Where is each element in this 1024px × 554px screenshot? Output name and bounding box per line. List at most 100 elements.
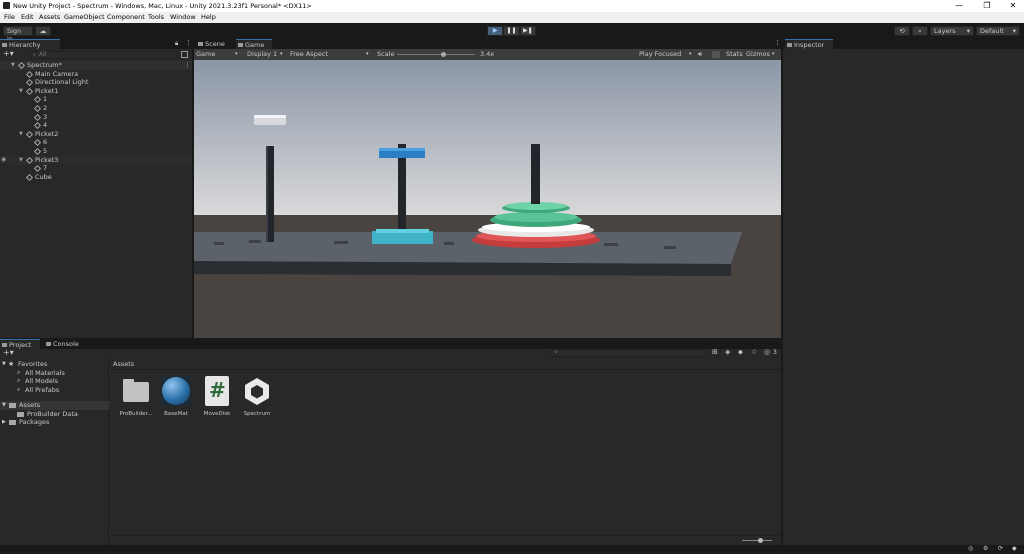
window-title: New Unity Project - Spectrum - Windows, … xyxy=(13,2,312,10)
sign-in-button[interactable]: Sign in xyxy=(3,26,33,43)
hierarchy-toolbar: +▾ ⌕ All xyxy=(3,49,189,59)
type-filter-icon[interactable]: ◈ xyxy=(725,348,730,356)
hierarchy-item[interactable]: 2 xyxy=(0,104,192,113)
layers-label: Layers xyxy=(934,27,956,35)
restore-button[interactable]: ❐ xyxy=(978,0,996,12)
add-dropdown-button[interactable]: +▾ xyxy=(3,49,14,58)
icon-size-slider[interactable] xyxy=(742,540,772,541)
favorite-star-icon[interactable]: ☆ xyxy=(751,348,757,356)
scene-filter-icon[interactable]: ⊞ xyxy=(712,348,718,356)
hierarchy-search-placeholder: All xyxy=(39,51,47,58)
chevron-down-icon: ▼ xyxy=(2,361,6,367)
more-options-icon[interactable]: ⋮ xyxy=(774,39,781,47)
visibility-eye-icon[interactable]: ◉ xyxy=(1,156,6,165)
tab-inspector-label: Inspector xyxy=(794,41,825,49)
folder-icon xyxy=(121,376,151,406)
layers-dropdown[interactable]: Layers ▾ xyxy=(930,26,974,36)
hierarchy-item[interactable]: 5 xyxy=(0,147,192,156)
notification-icon[interactable]: ◆ xyxy=(1012,545,1017,552)
console-icon xyxy=(46,342,51,346)
more-options-icon[interactable]: ⋮ xyxy=(184,61,191,70)
step-button[interactable]: ▶❚ xyxy=(519,26,536,36)
pause-button[interactable]: ❚❚ xyxy=(503,26,520,36)
menu-component[interactable]: Component xyxy=(107,12,145,23)
search-icon[interactable]: ⌕ xyxy=(912,26,928,36)
probuilder-data-folder[interactable]: ProBuilder Data xyxy=(0,410,109,419)
packages-folder-row[interactable]: ▶ Packages xyxy=(0,418,109,427)
history-icon[interactable]: ⟲ xyxy=(894,26,910,36)
disk-blue-top xyxy=(379,148,425,151)
chevron-down-icon[interactable]: ▼ xyxy=(19,156,23,165)
hierarchy-item[interactable]: Cube xyxy=(0,173,192,182)
scale-label: Scale xyxy=(377,50,395,58)
layout-dropdown[interactable]: Default ▾ xyxy=(976,26,1020,36)
menu-assets[interactable]: Assets xyxy=(39,12,60,23)
hierarchy-item[interactable]: ▼ Picket1 xyxy=(0,87,192,96)
hierarchy-item[interactable]: ▼ Spectrum* ⋮ xyxy=(0,61,192,70)
asset-name: Spectrum xyxy=(243,411,271,417)
gizmos-button[interactable]: Gizmos xyxy=(746,49,770,60)
cloud-icon[interactable]: ☁ xyxy=(35,26,51,36)
hierarchy-item[interactable]: 6 xyxy=(0,138,192,147)
hierarchy-item[interactable]: 4 xyxy=(0,121,192,130)
label-filter-icon[interactable]: ⬥ xyxy=(738,348,743,357)
breadcrumb-assets[interactable]: Assets xyxy=(113,360,134,368)
hierarchy-item[interactable]: 1 xyxy=(0,95,192,104)
more-options-icon[interactable]: ⋮ xyxy=(185,39,192,47)
menu-edit[interactable]: Edit xyxy=(21,12,34,23)
favorite-all-materials[interactable]: ⌕ All Materials xyxy=(0,369,109,378)
tab-console[interactable]: Console xyxy=(44,339,84,349)
console-status-icon[interactable]: ◎ xyxy=(968,545,973,552)
hierarchy-item[interactable]: 3 xyxy=(0,113,192,122)
tab-hierarchy[interactable]: Hierarchy xyxy=(0,39,60,49)
hidden-packages-icon[interactable]: ◎ xyxy=(764,348,770,356)
lock-icon[interactable]: 🔒︎ xyxy=(175,40,178,48)
hierarchy-item[interactable]: 7 xyxy=(0,164,192,173)
play-button[interactable]: ▶ xyxy=(487,26,504,36)
project-search-input[interactable]: ⌕ xyxy=(551,349,706,357)
scale-slider-track[interactable] xyxy=(397,54,475,55)
chevron-down-icon[interactable]: ▼ xyxy=(19,130,23,139)
bug-icon[interactable]: ⚙ xyxy=(983,545,988,552)
asset-movedisk[interactable]: # MoveDisk xyxy=(198,376,236,424)
chevron-down-icon[interactable]: ▼ xyxy=(11,61,15,70)
filter-icon[interactable] xyxy=(181,51,188,58)
play-focused-dropdown[interactable]: Play Focused xyxy=(639,49,681,60)
menu-tools[interactable]: Tools xyxy=(148,12,164,23)
hierarchy-item[interactable]: ▼ Picket3 ◉ xyxy=(0,155,192,165)
aspect-dropdown[interactable]: Free Aspect xyxy=(290,49,328,60)
favorite-all-prefabs[interactable]: ⌕ All Prefabs xyxy=(0,386,109,395)
progress-icon[interactable]: ⟳ xyxy=(998,545,1003,552)
asset-spectrum-scene[interactable]: Spectrum xyxy=(238,376,276,424)
icon-size-slider-handle[interactable] xyxy=(758,538,763,543)
assets-folder-row[interactable]: ▼ Assets xyxy=(0,401,109,410)
hierarchy-item[interactable]: Main Camera xyxy=(0,70,192,79)
asset-probuilder-folder[interactable]: ProBuilder... xyxy=(117,376,155,424)
stats-button[interactable]: Stats xyxy=(726,49,743,60)
menu-window[interactable]: Window xyxy=(170,12,196,23)
chevron-down-icon[interactable]: ▼ xyxy=(19,87,23,96)
add-asset-button[interactable]: +▾ xyxy=(3,348,14,357)
chevron-down-icon: ▾ xyxy=(966,27,970,35)
tab-game[interactable]: Game xyxy=(236,39,272,49)
speaker-icon[interactable]: 🔊︎ xyxy=(698,49,702,60)
minimize-button[interactable]: — xyxy=(950,0,968,12)
favorite-all-models[interactable]: ⌕ All Models xyxy=(0,377,109,386)
menu-file[interactable]: File xyxy=(4,12,15,23)
hierarchy-item[interactable]: ▼ Picket2 xyxy=(0,130,192,139)
scale-slider-handle[interactable] xyxy=(441,52,447,57)
game-viewport[interactable] xyxy=(194,60,781,338)
game-dropdown[interactable]: Game xyxy=(196,49,215,60)
menu-gameobject[interactable]: GameObject xyxy=(64,12,105,23)
close-button[interactable]: ✕ xyxy=(1004,0,1022,12)
hierarchy-item-label: 1 xyxy=(43,95,48,104)
tab-inspector[interactable]: Inspector xyxy=(785,39,833,49)
hierarchy-item[interactable]: Directional Light xyxy=(0,78,192,87)
menu-help[interactable]: Help xyxy=(201,12,216,23)
asset-basemat[interactable]: BaseMat xyxy=(157,376,195,424)
favorites-row[interactable]: ▼ ★ Favorites xyxy=(0,360,109,369)
tab-scene[interactable]: Scene xyxy=(196,39,234,49)
hierarchy-search-input[interactable]: ⌕ All xyxy=(30,51,177,59)
vsync-icon[interactable] xyxy=(712,51,720,58)
display-dropdown[interactable]: Display 1 xyxy=(247,49,277,60)
